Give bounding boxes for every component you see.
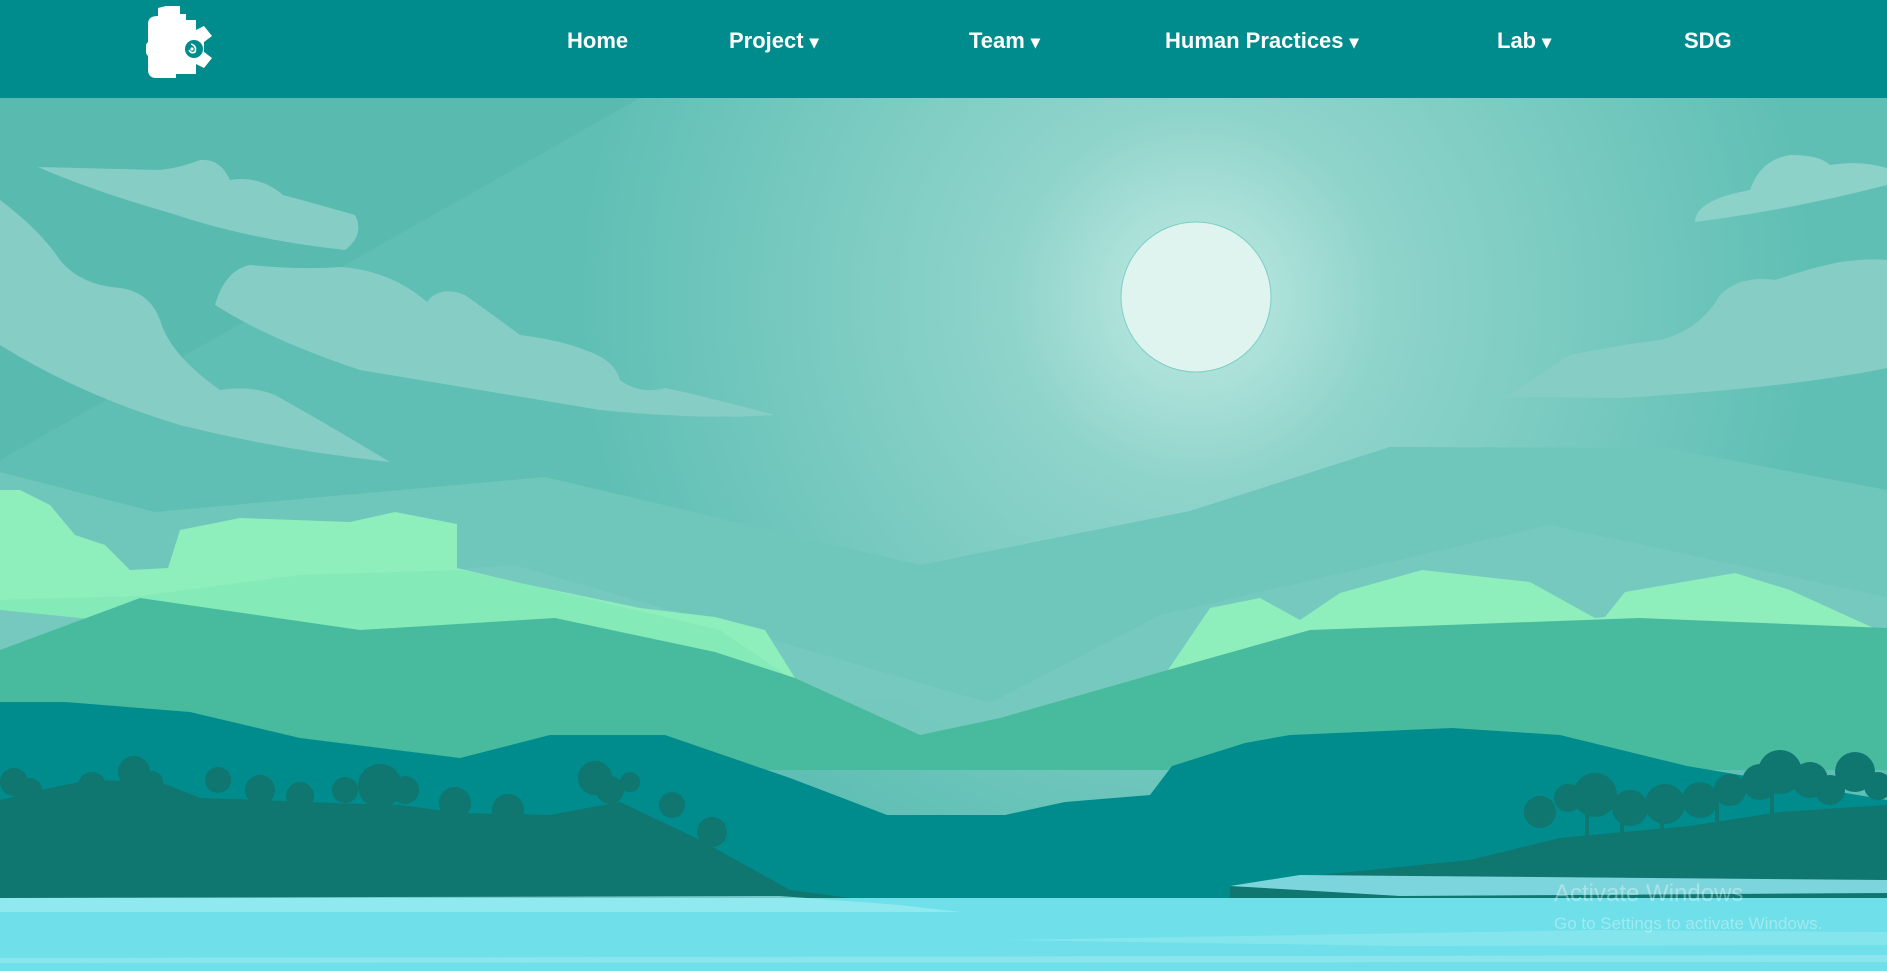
- nav-item-team[interactable]: Team ▾: [969, 28, 1040, 54]
- chevron-down-icon: ▾: [1542, 32, 1552, 52]
- nav-item-sdg-label: SDG: [1684, 28, 1732, 53]
- nav-item-human-practices-label: Human Practices: [1165, 28, 1344, 53]
- nav-item-team-label: Team: [969, 28, 1025, 53]
- nav-item-lab-label: Lab: [1497, 28, 1537, 53]
- nav-item-home[interactable]: Home: [567, 28, 628, 54]
- watermark-subtitle: Go to Settings to activate Windows.: [1554, 914, 1823, 933]
- navbar: Home Project ▾ Team ▾ Human Practices ▾ Lab…: [0, 0, 1887, 98]
- gear-puzzle-logo-icon[interactable]: [145, 2, 236, 88]
- activate-windows-watermark: Activate Windows Go to Settings to activ…: [1554, 880, 1822, 934]
- moon: [1120, 221, 1272, 373]
- watermark-title: Activate Windows: [1554, 880, 1744, 907]
- chevron-down-icon: ▾: [1349, 32, 1359, 52]
- chevron-down-icon: ▾: [809, 32, 819, 52]
- nav-item-human-practices[interactable]: Human Practices ▾: [1165, 28, 1359, 54]
- page: Home Project ▾ Team ▾ Human Practices ▾ Lab…: [0, 0, 1887, 971]
- chevron-down-icon: ▾: [1030, 32, 1040, 52]
- nav-item-lab[interactable]: Lab ▾: [1497, 28, 1551, 54]
- landscape-illustration: [0, 98, 1887, 971]
- nav-item-home-label: Home: [567, 28, 629, 53]
- nav-item-project-label: Project: [729, 28, 804, 53]
- nav-item-sdg[interactable]: SDG: [1684, 28, 1732, 54]
- nav-item-project[interactable]: Project ▾: [729, 28, 819, 54]
